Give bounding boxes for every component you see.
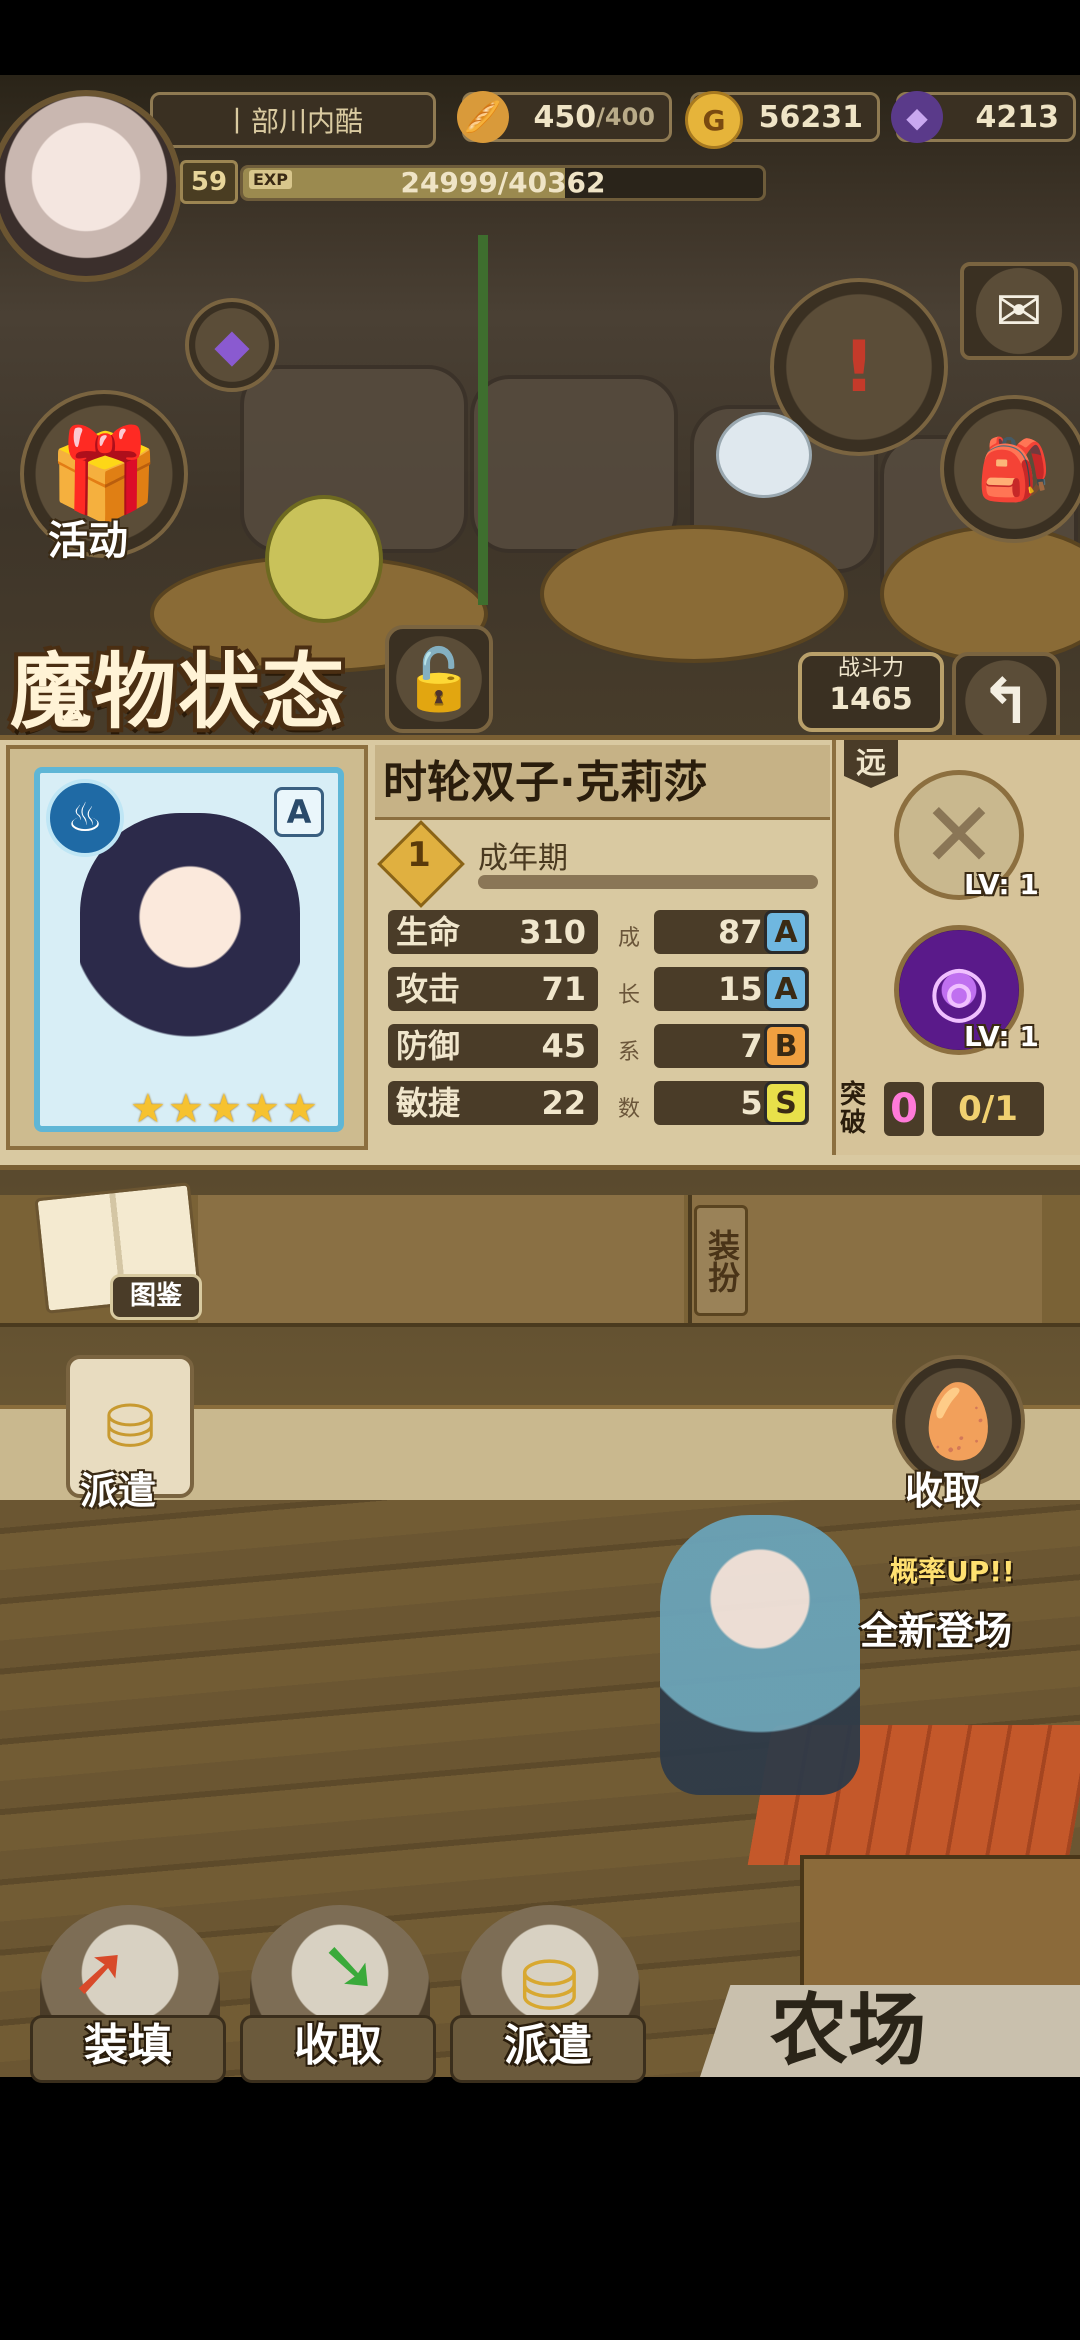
- rank-badge: A: [274, 787, 324, 837]
- gem-counter[interactable]: ◆ 4213: [891, 91, 1076, 143]
- stat-value: 45: [541, 1027, 586, 1065]
- shelf-slot: [198, 1195, 684, 1323]
- buy-gems-button[interactable]: ◆: [185, 298, 279, 392]
- banner-line2: 全新登场: [860, 1609, 1013, 1653]
- growth-stage-row: 1 成年期: [377, 820, 828, 908]
- stage-number: 1: [407, 835, 431, 875]
- gem-plus-icon: ◆: [214, 318, 250, 372]
- stat-value: 71: [541, 970, 586, 1008]
- star-icon: ★: [168, 1086, 204, 1132]
- exp-bar: EXP 24999/40362: [240, 165, 766, 201]
- power-box: 战斗力 1465: [798, 652, 944, 732]
- stamina-value: 450: [533, 99, 597, 135]
- stat-row-0: 生命 310: [388, 910, 598, 954]
- break-label: 突破: [840, 1080, 867, 1138]
- monster-portrait: [80, 813, 300, 1073]
- player-name: 丨部川内酷: [222, 105, 363, 138]
- monster-portrait-frame: ♨ A ★ ★ ★ ★ ★: [34, 767, 344, 1132]
- gold-value: 56231: [758, 99, 863, 135]
- grade-badge: S: [764, 1081, 808, 1125]
- vine: [478, 235, 488, 605]
- stat-value: 22: [541, 1084, 586, 1122]
- nest: [540, 525, 848, 663]
- gold-counter[interactable]: G 56231: [685, 91, 880, 149]
- stamina-counter[interactable]: 🥖 450/400: [457, 91, 672, 143]
- growth-char: 长: [618, 983, 641, 1008]
- load-label: 装填: [30, 2015, 226, 2083]
- breakthrough-row[interactable]: 突破 0 0/1: [840, 1078, 1065, 1140]
- player-name-plate: 丨部川内酷: [150, 92, 436, 148]
- collect-arrow-icon: ➘: [320, 1925, 379, 2007]
- stage-progress-bar: [478, 875, 818, 889]
- quest-scroll-icon: !: [843, 326, 875, 408]
- power-value: 1465: [829, 682, 913, 717]
- monster-name: 时轮双子·克莉莎: [375, 745, 830, 820]
- egg-icon: 🥚: [913, 1379, 1004, 1463]
- banner-line1: 概率UP!!: [890, 1555, 1015, 1588]
- power-label: 战斗力: [837, 656, 904, 681]
- growth-char: 成: [618, 926, 641, 951]
- monster-sprite[interactable]: [660, 1515, 860, 1795]
- water-element-icon: ♨: [46, 779, 124, 857]
- wall-stone: [470, 375, 678, 553]
- bottom-dispatch-label: 派遣: [450, 2015, 646, 2083]
- grade-badge: A: [764, 910, 808, 954]
- equip-label[interactable]: 装扮: [694, 1205, 748, 1316]
- growth-char: 系: [618, 1040, 641, 1065]
- star-icon: ★: [206, 1086, 242, 1132]
- stat-label: 防御: [396, 1027, 461, 1065]
- stage-label: 成年期: [478, 841, 568, 876]
- mail-button[interactable]: ✉: [960, 262, 1078, 360]
- gem-value: 4213: [975, 99, 1060, 135]
- bottom-collect-label: 收取: [240, 2015, 436, 2083]
- star-icon: ★: [282, 1086, 318, 1132]
- dispatch-side-label: 派遣: [80, 1469, 157, 1513]
- stat-row-3: 敏捷 22: [388, 1081, 598, 1125]
- egg-yellow: [265, 495, 383, 623]
- grade-badge: B: [764, 1024, 808, 1068]
- spiral-skill-icon: ◎: [928, 949, 990, 1031]
- lock-button[interactable]: 🔓: [385, 625, 493, 733]
- panel-title: 魔物状态: [10, 645, 347, 740]
- star-icon: ★: [244, 1086, 280, 1132]
- star-icon: ★: [130, 1086, 166, 1132]
- farm-label[interactable]: 农场: [770, 1985, 926, 2077]
- stat-row-2: 防御 45: [388, 1024, 598, 1068]
- break-count: 0: [884, 1082, 924, 1136]
- bag-button[interactable]: 🎒: [940, 395, 1080, 543]
- stamina-max: /400: [596, 103, 655, 131]
- stat-label: 生命: [396, 913, 461, 951]
- stat-label: 敏捷: [396, 1084, 461, 1122]
- star-rating: ★ ★ ★ ★ ★: [130, 1086, 318, 1132]
- break-progress: 0/1: [932, 1082, 1044, 1136]
- exp-text: 24999/40362: [400, 166, 606, 199]
- growth-char: 数: [618, 1097, 641, 1122]
- skill2-level: LV: 1: [964, 1020, 1039, 1053]
- skill1-level: LV: 1: [964, 868, 1039, 901]
- stat-row-1: 攻击 71: [388, 967, 598, 1011]
- bread-icon: 🥖: [457, 91, 509, 143]
- gacha-banner[interactable]: 概率UP!! 全新登场: [840, 1500, 1060, 1660]
- gem-icon: ◆: [891, 91, 943, 143]
- load-arrow-icon: ➚: [70, 1930, 129, 2012]
- monster-card[interactable]: ♨ A ★ ★ ★ ★ ★: [6, 745, 368, 1150]
- padlock-icon: 🔓: [401, 644, 477, 715]
- event-label: 活动: [48, 518, 128, 564]
- player-level: 59: [180, 160, 238, 204]
- gold-coin-icon: G: [685, 91, 743, 149]
- envelope-icon: ✉: [995, 278, 1043, 344]
- stat-value: 310: [519, 913, 586, 951]
- back-arrow-icon: ↰: [980, 664, 1032, 738]
- chat-bubble-icon[interactable]: [716, 412, 812, 498]
- stat-label: 攻击: [396, 970, 461, 1008]
- range-badge: 远: [844, 740, 898, 788]
- coins-icon: ⛁: [104, 1391, 156, 1462]
- backpack-icon: 🎒: [976, 434, 1052, 505]
- grade-badge: A: [764, 967, 808, 1011]
- book-label: 图鉴: [110, 1274, 202, 1320]
